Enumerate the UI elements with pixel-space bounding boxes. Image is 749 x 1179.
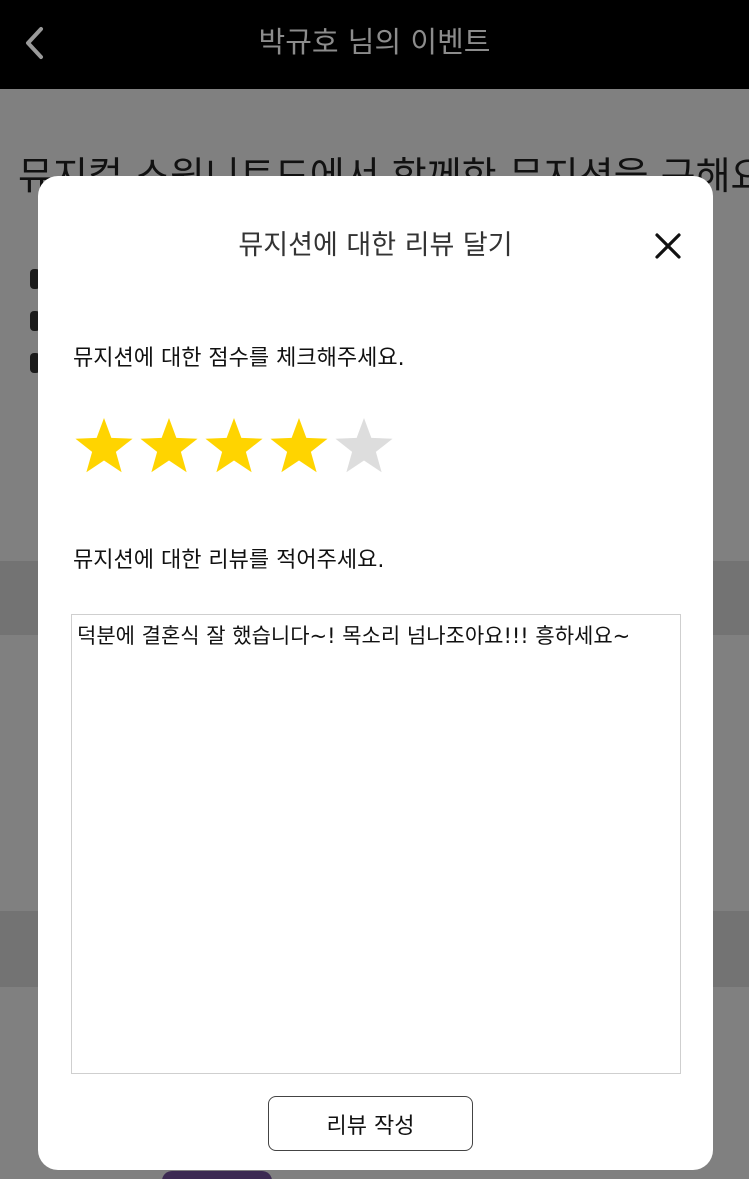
star-icon (270, 418, 328, 473)
star-5[interactable] (332, 414, 396, 478)
page-title: 박규호 님의 이벤트 (258, 25, 491, 59)
close-button[interactable] (648, 226, 688, 266)
submit-review-button[interactable]: 리뷰 작성 (268, 1096, 473, 1151)
background-chip (162, 1171, 272, 1179)
star-icon (75, 418, 133, 473)
star-3[interactable] (202, 414, 266, 478)
close-icon (655, 233, 681, 259)
review-modal: 뮤지션에 대한 리뷰 달기 뮤지션에 대한 점수를 체크해주세요. 뮤지션에 대… (38, 176, 713, 1170)
star-1[interactable] (72, 414, 136, 478)
top-bar: 박규호 님의 이벤트 (0, 0, 749, 89)
star-icon (335, 418, 393, 473)
star-4[interactable] (267, 414, 331, 478)
star-2[interactable] (137, 414, 201, 478)
star-icon (140, 418, 198, 473)
modal-title: 뮤지션에 대한 리뷰 달기 (238, 230, 513, 261)
review-label: 뮤지션에 대한 리뷰를 적어주세요. (73, 548, 385, 573)
star-icon (205, 418, 263, 473)
star-rating[interactable] (72, 414, 397, 484)
score-label: 뮤지션에 대한 점수를 체크해주세요. (73, 346, 405, 371)
review-textarea[interactable] (71, 614, 681, 1074)
